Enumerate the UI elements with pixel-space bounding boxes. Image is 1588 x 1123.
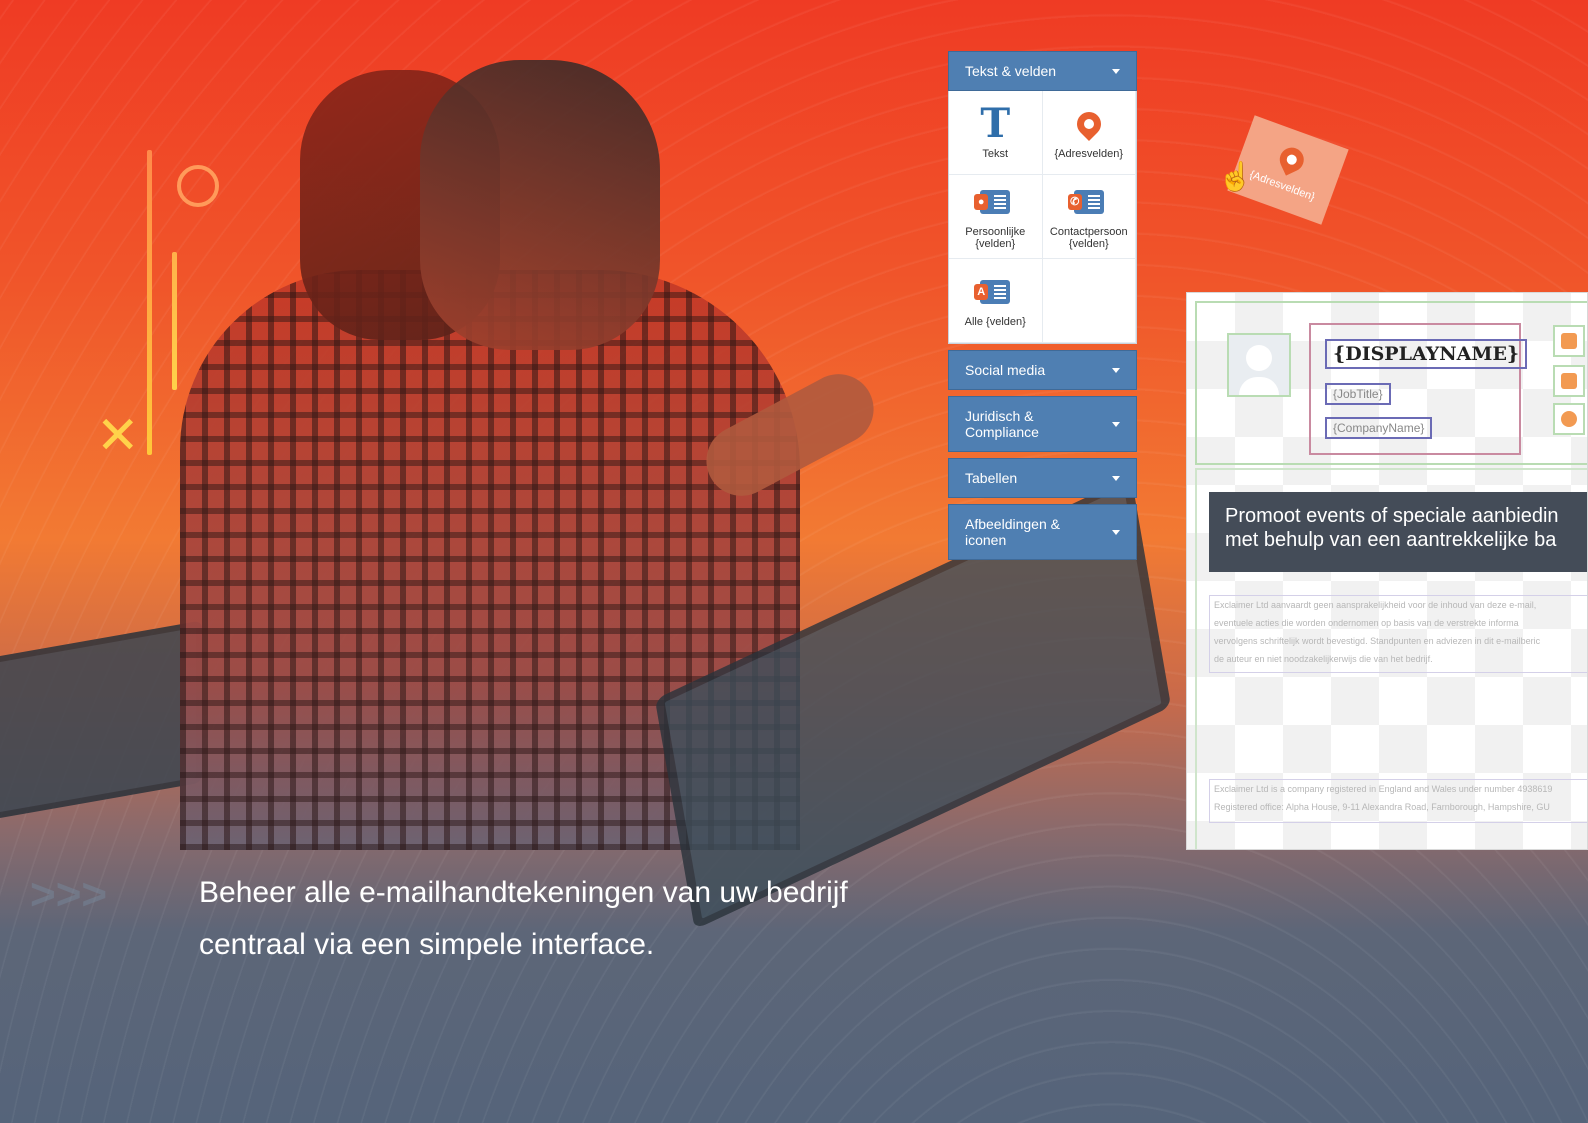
tile-grid: T Tekst {Adresvelden} ● Persoonlijke {ve… — [948, 91, 1137, 344]
text-icon: T — [980, 99, 1011, 147]
promo-banner[interactable]: Promoot events of speciale aanbiedin met… — [1209, 492, 1587, 572]
disclaimer-line: vervolgens schriftelijk wordt bevestigd.… — [1214, 636, 1541, 646]
disclaimer-line: Registered office: Alpha House, 9-11 Ale… — [1214, 802, 1550, 812]
tile-all-fields[interactable]: A Alle {velden} — [949, 259, 1043, 343]
chevron-down-icon — [1112, 529, 1120, 535]
tile-address-fields[interactable]: {Adresvelden} — [1042, 91, 1136, 175]
decorative-line — [172, 252, 177, 390]
panel-section-legal-compliance[interactable]: Juridisch & Compliance — [948, 396, 1137, 452]
signature-editor[interactable]: {DISPLAYNAME} {JobTitle} {CompanyName} P… — [1186, 292, 1588, 850]
tile-label: Contactpersoon {velden} — [1049, 225, 1128, 250]
tile-empty — [1042, 259, 1136, 343]
decorative-line — [147, 150, 152, 455]
caption-line: centraal via een simpele interface. — [199, 928, 655, 961]
mail-icon[interactable] — [1553, 365, 1585, 397]
chevron-down-icon — [1112, 475, 1120, 481]
panel-header-text-fields[interactable]: Tekst & velden — [948, 51, 1137, 91]
tile-label: {Adresvelden} — [1054, 147, 1124, 160]
decorative-chevrons: >>> — [30, 870, 108, 919]
display-name-field[interactable]: {DISPLAYNAME} — [1325, 339, 1528, 369]
section-label: Juridisch & Compliance — [965, 408, 1039, 440]
laptop-left-image — [0, 620, 202, 822]
address-pin-icon — [1071, 106, 1107, 142]
dragged-tile-label: {Adresvelden} — [1247, 168, 1317, 204]
tile-contact-fields[interactable]: ✆ Contactpersoon {velden} — [1042, 175, 1136, 259]
avatar-placeholder[interactable] — [1227, 333, 1291, 397]
tile-label: Tekst — [982, 147, 1009, 160]
banner-line: Promoot events of speciale aanbiedin — [1225, 505, 1559, 527]
globe-icon[interactable] — [1553, 403, 1585, 435]
company-name-field[interactable]: {CompanyName} — [1325, 417, 1433, 439]
chevron-down-icon — [1112, 367, 1120, 373]
section-label: Afbeeldingen & iconen — [965, 516, 1060, 548]
caption-line: Beheer alle e-mailhandtekeningen van uw … — [199, 876, 848, 909]
hand-cursor-icon: ☝ — [1218, 161, 1253, 192]
address-pin-icon — [1275, 143, 1308, 176]
disclaimer-english[interactable]: Exclaimer Ltd is a company registered in… — [1209, 779, 1587, 823]
tile-text[interactable]: T Tekst — [949, 91, 1043, 175]
section-label: Tabellen — [965, 470, 1018, 486]
tile-label: Alle {velden} — [964, 315, 1026, 328]
banner-line: met behulp van een aantrekkelijke ba — [1225, 529, 1557, 551]
disclaimer-dutch[interactable]: Exclaimer Ltd aanvaardt geen aansprakeli… — [1209, 595, 1587, 673]
elements-panel: Tekst & velden T Tekst {Adresvelden} ● P… — [948, 51, 1137, 560]
panel-section-images-icons[interactable]: Afbeeldingen & iconen — [948, 504, 1137, 560]
phone-icon[interactable] — [1553, 325, 1585, 357]
disclaimer-line: Exclaimer Ltd aanvaardt geen aansprakeli… — [1214, 600, 1537, 610]
person-head-image — [420, 60, 660, 350]
disclaimer-line: Exclaimer Ltd is a company registered in… — [1214, 784, 1553, 794]
decorative-circle — [177, 165, 219, 207]
chevron-down-icon — [1112, 421, 1120, 427]
disclaimer-line: de auteur en niet noodzakelijkerwijs die… — [1214, 654, 1433, 664]
tile-personal-fields[interactable]: ● Persoonlijke {velden} — [949, 175, 1043, 259]
panel-section-tables[interactable]: Tabellen — [948, 458, 1137, 498]
panel-header-label: Tekst & velden — [965, 63, 1057, 79]
tile-label: Persoonlijke {velden} — [965, 225, 1026, 250]
chevron-down-icon — [1112, 68, 1120, 74]
all-fields-icon: A — [974, 274, 1013, 310]
disclaimer-line: eventuele acties die worden ondernomen o… — [1214, 618, 1519, 628]
contact-card-icon: ✆ — [1067, 184, 1107, 220]
decorative-x-icon: ✕ — [96, 407, 140, 465]
job-title-field[interactable]: {JobTitle} — [1325, 383, 1391, 405]
name-block[interactable]: {DISPLAYNAME} {JobTitle} {CompanyName} — [1309, 323, 1528, 455]
panel-section-social-media[interactable]: Social media — [948, 350, 1137, 390]
section-label: Social media — [965, 362, 1046, 378]
signature-header-section[interactable]: {DISPLAYNAME} {JobTitle} {CompanyName} — [1195, 301, 1587, 465]
personal-card-icon: ● — [974, 184, 1013, 220]
caption: Beheer alle e-mailhandtekeningen van uw … — [199, 867, 899, 971]
